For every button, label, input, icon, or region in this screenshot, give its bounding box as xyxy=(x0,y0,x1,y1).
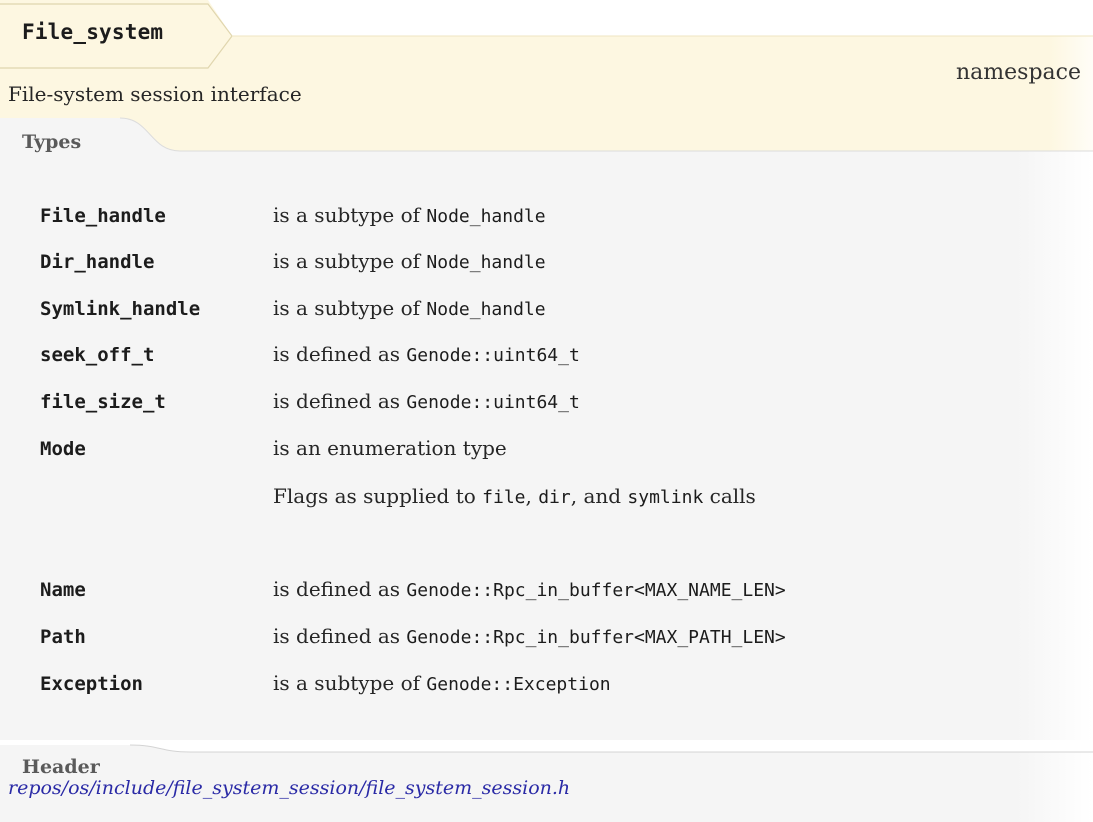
type-row: Mode is an enumeration type xyxy=(0,436,1093,466)
header-file-link[interactable]: repos/os/include/file_system_session/fil… xyxy=(8,777,570,799)
page-title: File_system xyxy=(22,20,164,44)
type-row: Dir_handle is a subtype of Node_handle xyxy=(0,249,1093,279)
type-row: Name is defined as Genode::Rpc_in_buffer… xyxy=(0,577,1093,607)
type-reference: Genode::Exception xyxy=(426,674,611,695)
type-description: is a subtype of Node_handle xyxy=(273,203,546,227)
type-name: Exception xyxy=(40,673,143,695)
type-name: File_handle xyxy=(40,205,166,227)
code-file: file xyxy=(482,487,526,508)
kind-label: namespace xyxy=(956,60,1081,85)
type-reference: Genode::uint64_t xyxy=(406,392,580,413)
type-description: is defined as Genode::uint64_t xyxy=(273,342,580,366)
code-dir: dir xyxy=(538,487,571,508)
type-row: Exception is a subtype of Genode::Except… xyxy=(0,671,1093,701)
type-reference: Genode::uint64_t xyxy=(406,345,580,366)
brief-description: File-system session interface xyxy=(8,82,302,106)
type-reference: Node_handle xyxy=(426,299,546,320)
type-name: Mode xyxy=(40,438,86,460)
type-row: seek_off_t is defined as Genode::uint64_… xyxy=(0,342,1093,372)
type-row: file_size_t is defined as Genode::uint64… xyxy=(0,389,1093,419)
type-name: seek_off_t xyxy=(40,344,155,366)
type-description: is a subtype of Node_handle xyxy=(273,249,546,273)
type-name: Symlink_handle xyxy=(40,298,201,320)
type-reference: Node_handle xyxy=(426,252,546,273)
type-description: is defined as Genode::Rpc_in_buffer<MAX_… xyxy=(273,577,786,601)
type-description: is defined as Genode::Rpc_in_buffer<MAX_… xyxy=(273,624,786,648)
type-name: file_size_t xyxy=(40,391,166,413)
type-reference: Genode::Rpc_in_buffer<MAX_NAME_LEN> xyxy=(406,580,786,601)
type-name: Dir_handle xyxy=(40,251,155,273)
type-name: Path xyxy=(40,626,86,648)
type-description: is defined as Genode::uint64_t xyxy=(273,389,580,413)
code-symlink: symlink xyxy=(627,487,704,508)
section-types-label: Types xyxy=(22,131,82,153)
type-reference: Node_handle xyxy=(426,206,546,227)
section-header-label: Header xyxy=(22,756,100,778)
type-row: File_handle is a subtype of Node_handle xyxy=(0,203,1093,233)
type-row: Path is defined as Genode::Rpc_in_buffer… xyxy=(0,624,1093,654)
type-description: is a subtype of Node_handle xyxy=(273,296,546,320)
mode-note: Flags as supplied to file, dir, and syml… xyxy=(273,484,756,508)
type-description: is a subtype of Genode::Exception xyxy=(273,671,611,695)
title-panel xyxy=(0,0,1093,151)
type-reference: Genode::Rpc_in_buffer<MAX_PATH_LEN> xyxy=(406,627,786,648)
type-row: Symlink_handle is a subtype of Node_hand… xyxy=(0,296,1093,326)
type-name: Name xyxy=(40,579,86,601)
type-description: is an enumeration type xyxy=(273,436,507,460)
